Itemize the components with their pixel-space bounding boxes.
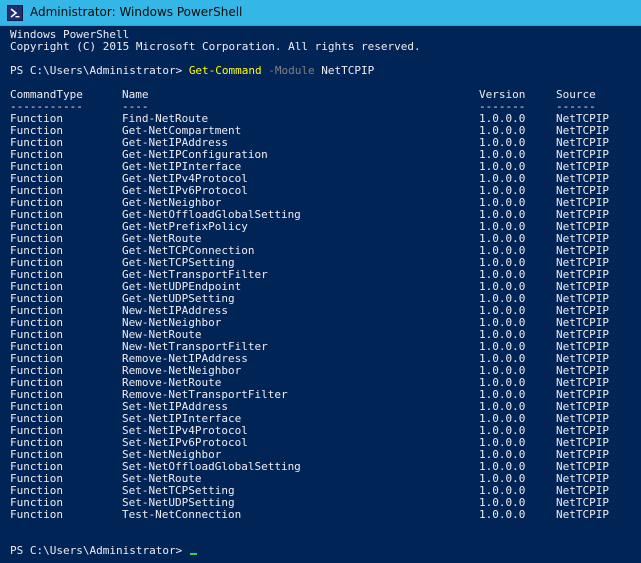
window-title: Administrator: Windows PowerShell	[30, 5, 243, 19]
cell-source: NetTCPIP	[556, 508, 609, 521]
final-prompt-text: PS C:\Users\Administrator>	[10, 544, 189, 557]
cell-version: 1.0.0.0	[479, 508, 526, 521]
powershell-icon[interactable]	[7, 5, 23, 21]
command-line: PS C:\Users\Administrator> Get-Command -…	[10, 65, 374, 77]
final-prompt-line: PS C:\Users\Administrator>	[10, 545, 197, 557]
title-bar[interactable]: Administrator: Windows PowerShell	[0, 0, 641, 26]
cursor-icon	[189, 553, 197, 555]
console-output[interactable]: Windows PowerShell Copyright (C) 2015 Mi…	[0, 26, 641, 563]
parameter-text: -Module	[268, 64, 315, 77]
cmdlet-text: Get-Command	[188, 64, 262, 77]
copyright-line: Copyright (C) 2015 Microsoft Corporation…	[10, 40, 421, 53]
cell-name: Test-NetConnection	[122, 508, 242, 521]
prompt-text: PS C:\Users\Administrator>	[10, 64, 189, 77]
argument-text: NetTCPIP	[321, 64, 375, 77]
cell-commandtype: Function	[10, 508, 63, 521]
powershell-window: Administrator: Windows PowerShell Window…	[0, 0, 641, 563]
